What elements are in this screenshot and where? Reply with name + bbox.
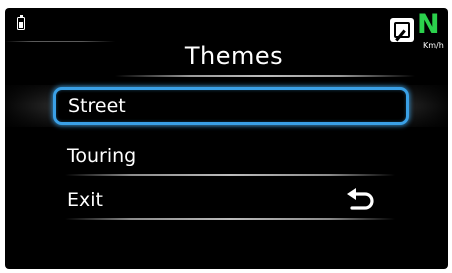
menu-item-street[interactable]: Street: [53, 87, 409, 125]
back-arrow-icon: [347, 188, 374, 210]
title-divider: [115, 75, 415, 77]
gear-indicator: N: [417, 9, 440, 40]
gear-slash-icon: [394, 22, 410, 38]
display-screen: N Km/h Themes Street Touring Exit: [5, 8, 448, 269]
menu-item-exit-label: Exit: [67, 189, 103, 211]
menu-divider: [65, 174, 395, 176]
menu-item-touring[interactable]: Touring: [53, 137, 409, 175]
battery-icon: [17, 14, 25, 30]
gear-box-icon: [390, 18, 414, 42]
menu-divider: [65, 218, 395, 220]
page-title: Themes: [184, 42, 284, 70]
